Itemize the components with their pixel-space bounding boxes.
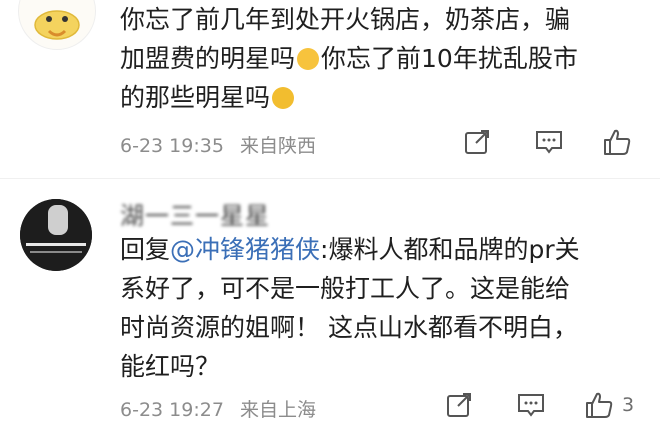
mention-link[interactable]: @冲锋猪猪侠 (170, 235, 320, 264)
avatar[interactable] (20, 199, 92, 271)
comment-icon (536, 131, 562, 154)
comment-button[interactable] (534, 127, 564, 157)
comment-icon (518, 394, 544, 417)
thumbs-up-icon (586, 392, 613, 418)
avatar[interactable] (18, 0, 96, 50)
comment-text-segment: 的那些明星吗 (120, 83, 271, 112)
smile-emoji-icon (297, 48, 320, 70)
comment-line: 回复@冲锋猪猪侠:爆料人都和品牌的pr关 (120, 230, 640, 269)
share-button[interactable] (462, 127, 492, 157)
comment-line: 加盟费的明星吗 你忘了前10年扰乱股市 (120, 39, 640, 78)
share-icon (465, 130, 489, 154)
comment-line: 你忘了前几年到处开火锅店，奶茶店，骗 (120, 5, 571, 34)
username[interactable]: 湖一三一星星 (120, 196, 270, 231)
like-count: 3 (622, 394, 635, 416)
comment-location: 来自陕西 (239, 135, 316, 157)
thumbs-up-icon (604, 129, 631, 155)
comment-location: 来自上海 (239, 399, 316, 421)
comment-text-segment: 加盟费的明星吗 (120, 44, 296, 73)
share-button[interactable] (444, 390, 474, 420)
comment-date: 6-23 19:35 (120, 135, 224, 157)
like-button[interactable] (602, 127, 632, 157)
comment-meta: 6-23 19:35 来自陕西 (120, 131, 316, 158)
comment-text-segment: :爆料人都和品牌的pr关 (320, 235, 580, 264)
comment-line: 的那些明星吗 (120, 78, 640, 117)
share-icon (447, 393, 471, 417)
divider (0, 178, 660, 179)
comment-text: 回复@冲锋猪猪侠:爆料人都和品牌的pr关 系好了，可不是一般打工人了。这是能给 … (120, 230, 640, 386)
reply-prefix: 回复 (120, 235, 171, 264)
laughing-emoji-icon (272, 87, 295, 109)
comment-line: 能红吗？ (120, 352, 221, 381)
like-button[interactable] (584, 390, 614, 420)
comment-date: 6-23 19:27 (120, 399, 224, 421)
comment-button[interactable] (516, 390, 546, 420)
comment-text-segment: 你忘了前10年扰乱股市 (321, 44, 578, 73)
comment-line: 系好了，可不是一般打工人了。这是能给 (120, 274, 571, 303)
comment-text: 你忘了前几年到处开火锅店，奶茶店，骗 加盟费的明星吗 你忘了前10年扰乱股市 的那… (120, 0, 640, 117)
comment-meta: 6-23 19:27 来自上海 (120, 395, 316, 422)
comment-line: 时尚资源的姐啊！ 这点山水都看不明白， (120, 313, 578, 342)
